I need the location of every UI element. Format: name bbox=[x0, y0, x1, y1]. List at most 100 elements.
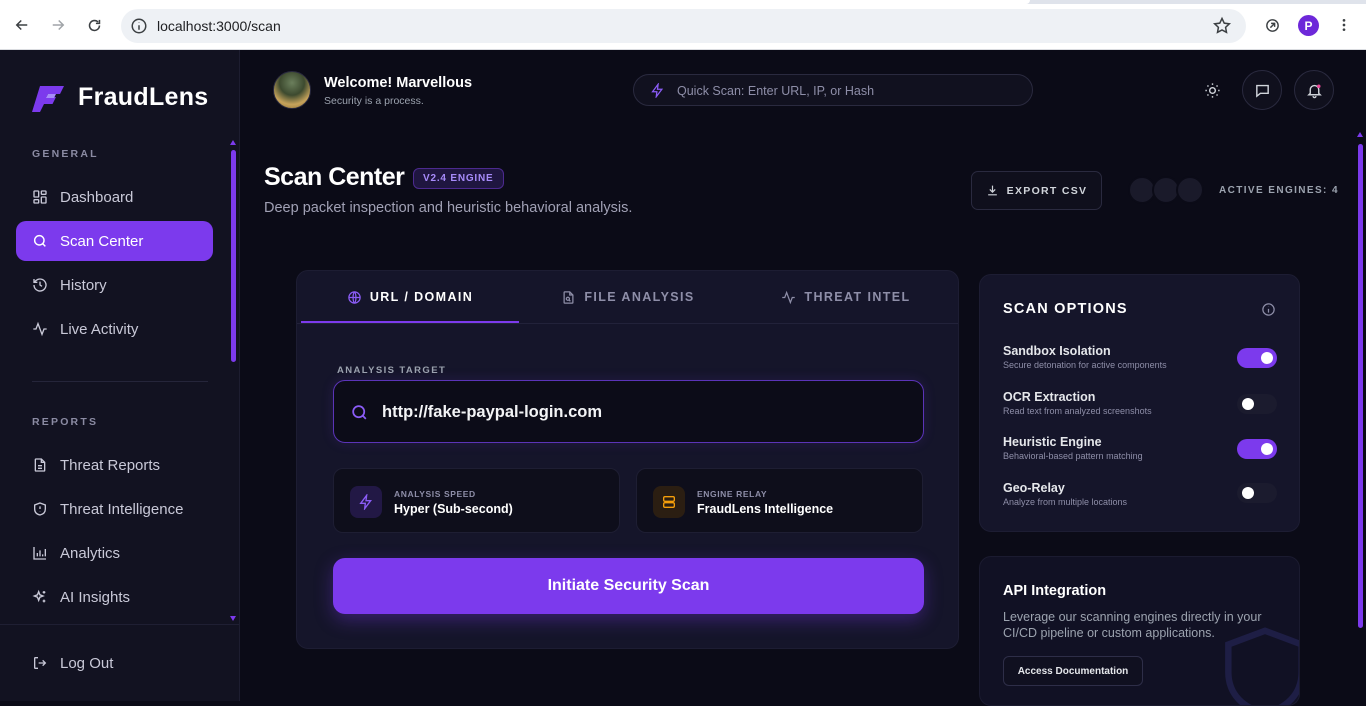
tab-threat-intel[interactable]: THREAT INTEL bbox=[737, 271, 955, 323]
engine-relay-label: ENGINE RELAY bbox=[697, 489, 768, 499]
file-search-icon bbox=[563, 290, 574, 304]
fraudlens-logo-icon bbox=[32, 85, 64, 112]
quick-scan-input[interactable] bbox=[677, 81, 1017, 101]
analysis-target-input[interactable] bbox=[382, 400, 902, 424]
sidebar-scroll-thumb[interactable] bbox=[231, 150, 236, 362]
sidebar-item-dashboard[interactable]: Dashboard bbox=[16, 177, 213, 217]
heuristic-engine-toggle[interactable] bbox=[1237, 439, 1277, 459]
user-avatar[interactable] bbox=[273, 71, 311, 109]
search-icon bbox=[33, 234, 46, 247]
history-icon bbox=[33, 278, 47, 292]
browser-chrome: localhost:3000/scan P bbox=[0, 0, 1366, 50]
scroll-down-arrow-icon[interactable] bbox=[230, 616, 236, 621]
sidebar-divider bbox=[32, 381, 208, 382]
main-scroll-thumb[interactable] bbox=[1358, 144, 1363, 628]
tab-label: URL / DOMAIN bbox=[369, 290, 474, 304]
sidebar-item-label: Threat Intelligence bbox=[60, 500, 184, 518]
grid-icon bbox=[33, 190, 47, 204]
analysis-target-label: ANALYSIS TARGET bbox=[337, 365, 447, 376]
logout-button[interactable]: Log Out bbox=[16, 643, 213, 683]
option-description: Secure detonation for active components bbox=[1003, 360, 1167, 370]
tab-file-analysis[interactable]: FILE ANALYSIS bbox=[519, 271, 737, 323]
browser-menu-icon[interactable] bbox=[1332, 13, 1356, 37]
ocr-extraction-toggle[interactable] bbox=[1237, 394, 1277, 414]
quick-scan-bar[interactable] bbox=[633, 74, 1033, 106]
sidebar-item-label: Threat Reports bbox=[60, 456, 161, 474]
general-section-label: GENERAL bbox=[32, 148, 99, 160]
sidebar-item-label: History bbox=[60, 276, 107, 294]
main-scrollbar[interactable] bbox=[1355, 130, 1366, 701]
reports-section-label: REPORTS bbox=[32, 416, 99, 428]
sidebar-item-history[interactable]: History bbox=[16, 265, 213, 305]
geo-relay-toggle[interactable] bbox=[1237, 483, 1277, 503]
server-icon bbox=[663, 496, 675, 508]
sidebar-item-analytics[interactable]: Analytics bbox=[16, 533, 213, 573]
relay-icon-wrap bbox=[653, 486, 685, 518]
option-name: Heuristic Engine bbox=[1003, 435, 1102, 449]
option-heuristic-engine: Heuristic Engine Behavioral-based patter… bbox=[1003, 435, 1278, 467]
browser-active-tab[interactable] bbox=[0, 0, 1030, 4]
tab-url-domain[interactable]: URL / DOMAIN bbox=[301, 271, 519, 323]
theme-toggle-button[interactable] bbox=[1192, 70, 1232, 110]
sidebar-item-threat-reports[interactable]: Threat Reports bbox=[16, 445, 213, 485]
address-bar[interactable]: localhost:3000/scan bbox=[121, 9, 1246, 43]
shield-icon bbox=[34, 502, 46, 516]
sidebar-item-live-activity[interactable]: Live Activity bbox=[16, 309, 213, 349]
scroll-up-arrow-icon[interactable] bbox=[230, 140, 236, 145]
logout-label: Log Out bbox=[60, 654, 114, 672]
chat-icon bbox=[1255, 84, 1269, 98]
sidebar-item-threat-intelligence[interactable]: Threat Intelligence bbox=[16, 489, 213, 529]
sidebar-item-scan-center[interactable]: Scan Center bbox=[16, 221, 213, 261]
initiate-scan-button[interactable]: Initiate Security Scan bbox=[333, 558, 924, 614]
brand-name: FraudLens bbox=[78, 83, 209, 111]
profile-avatar[interactable]: P bbox=[1298, 15, 1319, 36]
engine-version-badge: V2.4 ENGINE bbox=[413, 168, 504, 189]
forward-icon[interactable] bbox=[46, 13, 70, 37]
bell-icon bbox=[1306, 83, 1322, 98]
main-scroll-up-arrow-icon[interactable] bbox=[1357, 132, 1363, 137]
back-icon[interactable] bbox=[10, 13, 34, 37]
option-name: Geo-Relay bbox=[1003, 481, 1065, 495]
option-ocr-extraction: OCR Extraction Read text from analyzed s… bbox=[1003, 390, 1278, 422]
reload-icon[interactable] bbox=[82, 13, 106, 37]
sidebar-item-label: Live Activity bbox=[60, 320, 139, 338]
document-icon bbox=[34, 458, 46, 472]
api-integration-description: Leverage our scanning engines directly i… bbox=[1003, 610, 1262, 640]
url-text[interactable]: localhost:3000/scan bbox=[157, 18, 281, 34]
welcome-text: Welcome! Marvellous bbox=[324, 75, 473, 91]
access-documentation-button[interactable]: Access Documentation bbox=[1003, 656, 1143, 686]
bookmark-star-icon[interactable] bbox=[1212, 16, 1232, 36]
sandbox-isolation-toggle[interactable] bbox=[1237, 348, 1277, 368]
site-info-icon[interactable] bbox=[130, 17, 148, 35]
option-sandbox-isolation: Sandbox Isolation Secure detonation for … bbox=[1003, 344, 1278, 376]
api-integration-title: API Integration bbox=[1003, 583, 1107, 599]
export-csv-button[interactable]: EXPORT CSV bbox=[971, 171, 1102, 210]
search-icon bbox=[352, 405, 367, 420]
bolt-icon bbox=[651, 83, 664, 98]
messages-button[interactable] bbox=[1242, 70, 1282, 110]
engine-avatars bbox=[1128, 176, 1204, 204]
analysis-speed-label: ANALYSIS SPEED bbox=[394, 489, 476, 499]
active-engines-count: ACTIVE ENGINES: 4 bbox=[1219, 185, 1339, 196]
page-subtitle: Deep packet inspection and heuristic beh… bbox=[264, 200, 633, 216]
bolt-icon bbox=[359, 494, 372, 510]
pulse-icon bbox=[782, 290, 796, 304]
toggle-knob bbox=[1242, 487, 1254, 499]
analysis-target-field[interactable] bbox=[333, 380, 924, 443]
sun-icon bbox=[1204, 82, 1220, 98]
speed-icon-wrap bbox=[350, 486, 382, 518]
info-icon[interactable] bbox=[1261, 302, 1276, 317]
tab-label: FILE ANALYSIS bbox=[584, 290, 695, 304]
brand[interactable]: FraudLens bbox=[32, 83, 209, 112]
sidebar-footer-divider bbox=[0, 624, 239, 625]
browser-tabstrip bbox=[0, 0, 1366, 4]
engine-avatar bbox=[1176, 176, 1204, 204]
download-icon bbox=[987, 185, 997, 196]
sidebar-item-ai-insights[interactable]: AI Insights bbox=[16, 577, 213, 617]
activity-icon bbox=[33, 321, 47, 337]
notifications-button[interactable] bbox=[1294, 70, 1334, 110]
sidebar-scrollbar[interactable] bbox=[229, 138, 238, 624]
extension-icon[interactable] bbox=[1260, 13, 1284, 37]
logout-icon bbox=[34, 657, 47, 669]
option-geo-relay: Geo-Relay Analyze from multiple location… bbox=[1003, 481, 1278, 513]
